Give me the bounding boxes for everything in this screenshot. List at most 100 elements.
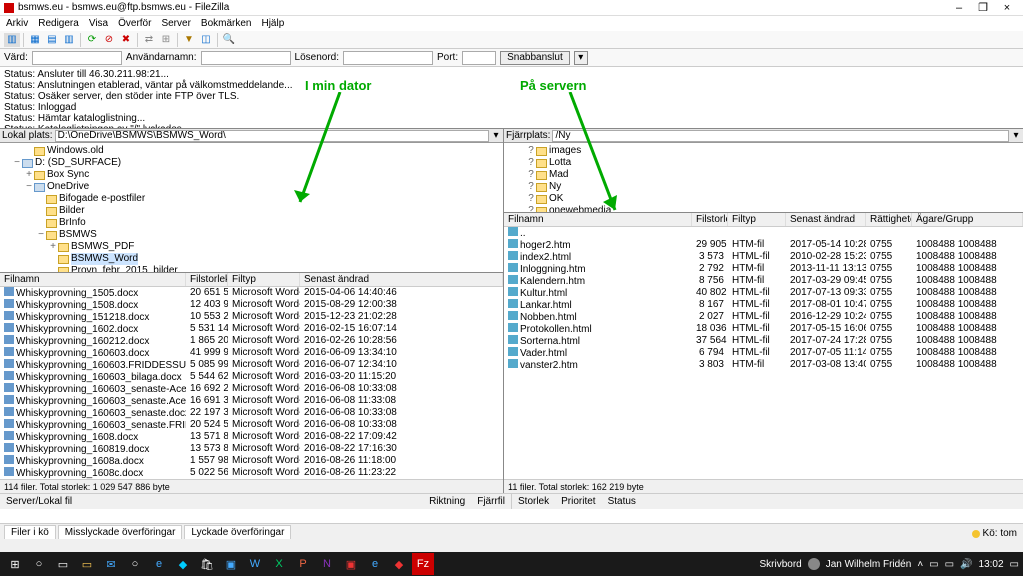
col-status[interactable]: Status: [608, 496, 636, 507]
file-row[interactable]: Whiskyprovning_1505.docx20 651 567Micros…: [0, 287, 503, 299]
app4-icon[interactable]: ◆: [388, 553, 410, 575]
tree-node[interactable]: −OneDrive: [0, 181, 503, 193]
col-type[interactable]: Filtyp: [228, 273, 300, 286]
pass-input[interactable]: [343, 51, 433, 65]
tree-node[interactable]: +BSMWS_PDF: [0, 241, 503, 253]
col-type[interactable]: Filtyp: [728, 213, 786, 226]
tree-node[interactable]: −D: (SD_SURFACE): [0, 157, 503, 169]
cancel-icon[interactable]: ✖: [118, 33, 134, 47]
tab-failed[interactable]: Misslyckade överföringar: [58, 525, 183, 539]
local-site-dropdown-icon[interactable]: ▾: [489, 130, 503, 141]
transfer-queue-area[interactable]: [0, 509, 1023, 523]
file-row[interactable]: Whiskyprovning_1508.docx12 403 977Micros…: [0, 299, 503, 311]
col-size[interactable]: Filstorlek: [692, 213, 728, 226]
col-prio[interactable]: Prioritet: [561, 496, 595, 507]
col-filename[interactable]: Filnamn: [504, 213, 692, 226]
mail-icon[interactable]: ✉: [100, 553, 122, 575]
file-row[interactable]: index2.html3 573HTML-fil2010-02-28 15:23…: [504, 251, 1023, 263]
file-row[interactable]: Whiskyprovning_160212.docx1 865 204Micro…: [0, 335, 503, 347]
host-input[interactable]: [32, 51, 122, 65]
user-input[interactable]: [201, 51, 291, 65]
file-row[interactable]: Whiskyprovning_151218.docx10 553 266Micr…: [0, 311, 503, 323]
maximize-button[interactable]: ❐: [971, 1, 995, 14]
app3-icon[interactable]: ▣: [220, 553, 242, 575]
tray-lang-icon[interactable]: ▭: [929, 559, 938, 570]
file-row[interactable]: Whiskyprovning_160603.FRIDDESSURFACE.doc…: [0, 359, 503, 371]
tree-node[interactable]: Provn_febr_2015_bilder: [0, 265, 503, 273]
menu-overfor[interactable]: Överför: [118, 18, 151, 29]
file-row[interactable]: Whiskyprovning_160603.docx41 999 983Micr…: [0, 347, 503, 359]
tree-node[interactable]: ?onewebmedia: [504, 205, 1023, 213]
process-queue-icon[interactable]: ⊘: [101, 33, 117, 47]
tree-node[interactable]: BrInfo: [0, 217, 503, 229]
tree-node[interactable]: Bifogade e-postfiler: [0, 193, 503, 205]
file-row[interactable]: Inloggning.htm2 792HTM-fil2013-11-11 13:…: [504, 263, 1023, 275]
reconnect-icon[interactable]: ⊞: [158, 33, 174, 47]
file-row[interactable]: Protokollen.html18 036HTML-fil2017-05-15…: [504, 323, 1023, 335]
excel-icon[interactable]: X: [268, 553, 290, 575]
tree-node[interactable]: +Box Sync: [0, 169, 503, 181]
file-row[interactable]: Kultur.html40 802HTML-fil2017-07-13 09:3…: [504, 287, 1023, 299]
local-tree[interactable]: Windows.old−D: (SD_SURFACE)+Box Sync−One…: [0, 143, 503, 273]
tab-queued[interactable]: Filer i kö: [4, 525, 56, 539]
menu-redigera[interactable]: Redigera: [38, 18, 79, 29]
col-size[interactable]: Storlek: [518, 496, 549, 507]
ie-icon[interactable]: e: [364, 553, 386, 575]
search-icon[interactable]: ○: [28, 553, 50, 575]
remote-site-input[interactable]: [552, 130, 1009, 142]
file-row[interactable]: Whiskyprovning_1602.docx5 531 140Microso…: [0, 323, 503, 335]
edge-icon[interactable]: e: [148, 553, 170, 575]
file-row[interactable]: Whiskyprovning_160819.docx13 573 838Micr…: [0, 443, 503, 455]
tray-net-icon[interactable]: ▭: [945, 559, 954, 570]
quickconnect-dropdown[interactable]: ▾: [574, 51, 588, 65]
filter-icon[interactable]: ▼: [181, 33, 197, 47]
onenote-icon[interactable]: N: [316, 553, 338, 575]
taskbar-time[interactable]: 13:02: [979, 559, 1004, 570]
col-server[interactable]: Server/Lokal fil: [6, 496, 72, 507]
tree-node[interactable]: Bilder: [0, 205, 503, 217]
file-row[interactable]: Sorterna.html37 564HTML-fil2017-07-24 17…: [504, 335, 1023, 347]
file-row[interactable]: Whiskyprovning_1608.docx13 571 859Micros…: [0, 431, 503, 443]
tray-vol-icon[interactable]: 🔊: [960, 559, 972, 570]
explorer-icon[interactable]: ▭: [76, 553, 98, 575]
menu-hjalp[interactable]: Hjälp: [261, 18, 284, 29]
taskview-icon[interactable]: ▭: [52, 553, 74, 575]
status-log[interactable]: Status: Ansluter till 46.30.211.98:21...…: [0, 67, 1023, 129]
toggle-queue-icon[interactable]: ▥: [61, 33, 77, 47]
refresh-icon[interactable]: ⟳: [84, 33, 100, 47]
file-row[interactable]: Whiskyprovning_160603_senaste.FRIDDESSUR…: [0, 419, 503, 431]
col-modified[interactable]: Senast ändrad: [786, 213, 866, 226]
app2-icon[interactable]: ◆: [172, 553, 194, 575]
tree-node[interactable]: Windows.old: [0, 145, 503, 157]
pdf-icon[interactable]: ▣: [340, 553, 362, 575]
file-row[interactable]: Whiskyprovning_160603_senaste.Acer-Dator…: [0, 395, 503, 407]
col-owner[interactable]: Ägare/Grupp: [912, 213, 1023, 226]
col-remote[interactable]: Fjärrfil: [477, 496, 505, 507]
tree-node[interactable]: −BSMWS: [0, 229, 503, 241]
toggle-tree-icon[interactable]: ▤: [44, 33, 60, 47]
local-site-input[interactable]: [55, 130, 489, 142]
quickconnect-button[interactable]: Snabbanslut: [500, 51, 570, 65]
file-row[interactable]: ..: [504, 227, 1023, 239]
site-manager-icon[interactable]: ▥: [4, 33, 20, 47]
local-file-list[interactable]: Whiskyprovning_1505.docx20 651 567Micros…: [0, 287, 503, 479]
tree-node[interactable]: ?images: [504, 145, 1023, 157]
user-avatar[interactable]: [808, 558, 820, 570]
col-filename[interactable]: Filnamn: [0, 273, 186, 286]
tab-ok[interactable]: Lyckade överföringar: [184, 525, 291, 539]
menu-server[interactable]: Server: [161, 18, 190, 29]
notification-icon[interactable]: ▭: [1010, 559, 1019, 570]
tree-node[interactable]: ?Mad: [504, 169, 1023, 181]
remote-site-dropdown-icon[interactable]: ▾: [1009, 130, 1023, 141]
remote-tree[interactable]: ?images?Lotta?Mad?Ny?OK?onewebmedia?Prot…: [504, 143, 1023, 213]
ppt-icon[interactable]: P: [292, 553, 314, 575]
file-row[interactable]: Whiskyprovning_160603_senaste.docx22 197…: [0, 407, 503, 419]
find-icon[interactable]: 🔍: [221, 33, 237, 47]
file-row[interactable]: hoger2.htm29 905HTM-fil2017-05-14 10:28:…: [504, 239, 1023, 251]
file-row[interactable]: Lankar.html8 167HTML-fil2017-08-01 10:47…: [504, 299, 1023, 311]
tree-node[interactable]: ?Lotta: [504, 157, 1023, 169]
file-row[interactable]: vanster2.htm3 803HTM-fil2017-03-08 13:40…: [504, 359, 1023, 371]
start-button[interactable]: ⊞: [4, 553, 26, 575]
tree-node[interactable]: BSMWS_Word: [0, 253, 503, 265]
col-direction[interactable]: Riktning: [429, 496, 465, 507]
